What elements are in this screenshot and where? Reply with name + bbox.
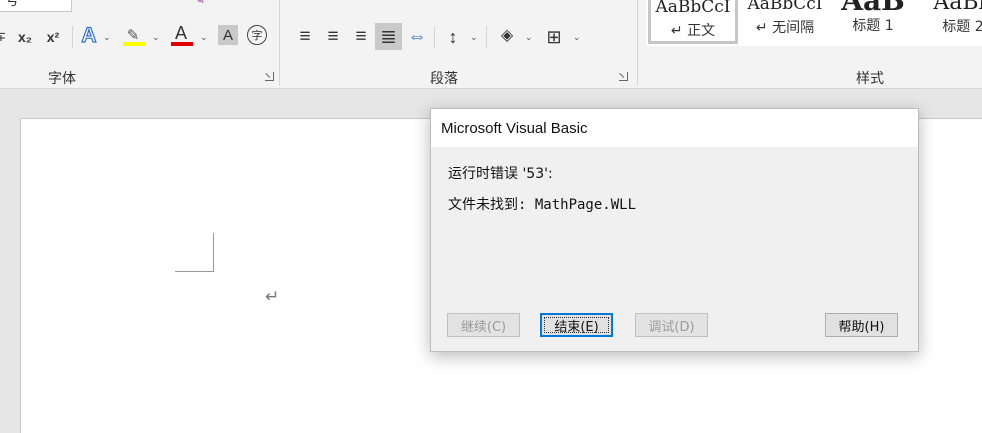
styles-gallery: AaBbCcI ↵ 正文 AaBbCcI ↵ 无间隔 AaB 标题 1 AaBb… [646, 0, 982, 46]
continue-button[interactable]: 继续(C) [447, 313, 520, 337]
group-divider [279, 0, 280, 86]
chevron-down-icon[interactable]: ⌄ [573, 32, 581, 43]
margin-corner-mark [213, 233, 214, 272]
vba-error-dialog: Microsoft Visual Basic 运行时错误 '53': 文件未找到… [430, 108, 919, 352]
ribbon: 号 ✎ ∓ x₂ x² A ⌄ ✎ ⌄ A ⌄ A 字 字体 ≡ ≡ ≡ ≣ ⇔… [0, 0, 982, 89]
end-button[interactable]: 结束(E) [540, 313, 613, 337]
shading-icon[interactable]: ◈ [496, 24, 518, 46]
error-code-text: 运行时错误 '53': [448, 166, 553, 182]
distributed-icon[interactable]: ⇔ [406, 26, 428, 48]
focus-rectangle [544, 317, 609, 333]
align-center-icon[interactable]: ≡ [322, 26, 344, 48]
chevron-down-icon[interactable]: ⌄ [103, 32, 111, 43]
divider [486, 26, 487, 48]
paragraph-group-label: 段落 [430, 71, 458, 87]
font-size-box[interactable]: 号 [0, 0, 72, 12]
chevron-down-icon[interactable]: ⌄ [152, 32, 160, 43]
enclose-char-button[interactable]: 字 [247, 25, 267, 45]
styles-group-label: 样式 [856, 71, 884, 87]
style-item-normal[interactable]: AaBbCcI ↵ 正文 [648, 0, 738, 44]
divider [434, 26, 435, 48]
font-group-label: 字体 [48, 71, 76, 87]
font-color-button[interactable]: A [170, 22, 192, 44]
char-shading-button[interactable]: A [218, 25, 238, 45]
style-item-no-spacing[interactable]: AaBbCcI ↵ 无间隔 [740, 0, 830, 44]
margin-corner-mark [175, 271, 214, 272]
align-right-icon[interactable]: ≡ [350, 26, 372, 48]
line-spacing-icon[interactable]: ↕ [442, 26, 464, 48]
paragraph-dialog-launcher-icon[interactable] [619, 72, 628, 81]
group-divider [637, 0, 638, 86]
font-color-swatch [171, 42, 193, 46]
font-dialog-launcher-icon[interactable] [265, 72, 274, 81]
chevron-down-icon[interactable]: ⌄ [525, 32, 533, 43]
paragraph-mark: ↵ [265, 287, 280, 306]
highlight-color-swatch [123, 42, 145, 46]
align-left-icon[interactable]: ≡ [294, 26, 316, 48]
clear-format-icon[interactable]: ✎ [188, 0, 210, 10]
style-item-heading-2[interactable]: AaBb 标题 2 [918, 0, 982, 44]
chevron-down-icon[interactable]: ⌄ [200, 32, 208, 43]
text-effects-button[interactable]: A [78, 23, 100, 48]
help-button[interactable]: 帮助(H) [825, 313, 898, 337]
chevron-down-icon[interactable]: ⌄ [470, 32, 478, 43]
dialog-title: Microsoft Visual Basic [441, 120, 588, 137]
justify-icon[interactable]: ≣ [375, 23, 402, 50]
subscript-button[interactable]: x₂ [14, 26, 36, 48]
dialog-titlebar[interactable]: Microsoft Visual Basic [431, 109, 918, 147]
borders-icon[interactable]: ⊞ [543, 26, 565, 48]
superscript-button[interactable]: x² [42, 26, 64, 48]
error-message-text: 文件未找到: MathPage.WLL [448, 197, 637, 213]
divider [72, 26, 73, 48]
debug-button[interactable]: 调试(D) [635, 313, 708, 337]
strikethrough-icon[interactable]: ∓ [0, 26, 8, 48]
style-item-heading-1[interactable]: AaB 标题 1 [828, 0, 918, 44]
